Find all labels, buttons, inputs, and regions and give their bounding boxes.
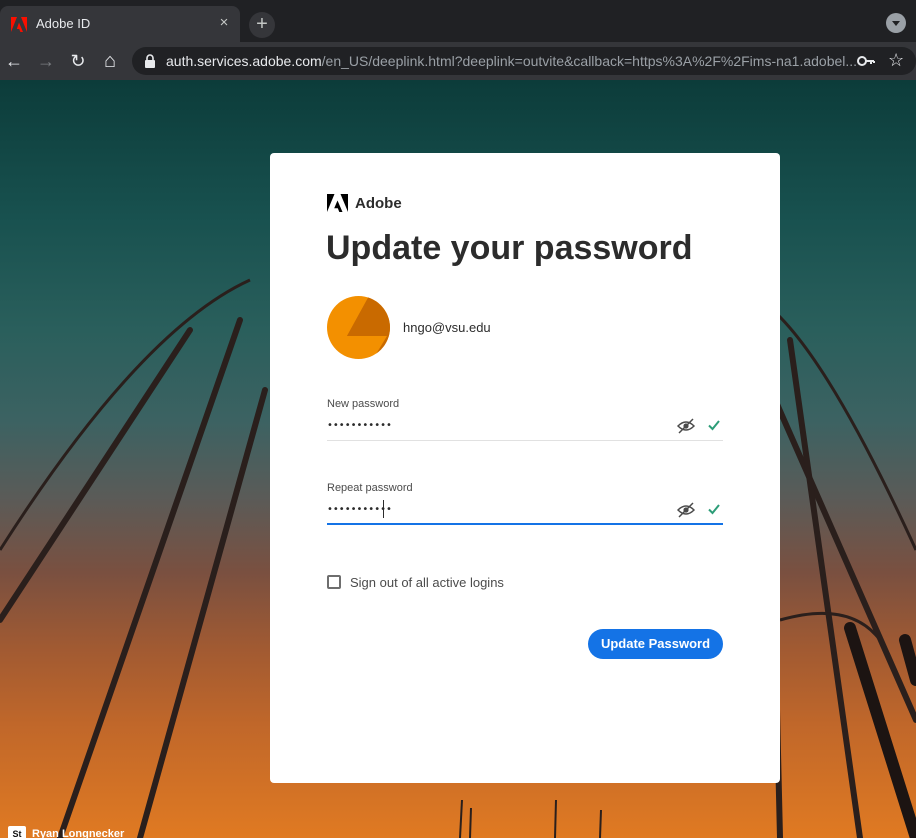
account-email: hngo@vsu.edu — [403, 320, 491, 335]
back-arrow-icon[interactable]: ← — [2, 49, 26, 73]
bookmark-star-icon[interactable]: ☆ — [888, 49, 904, 71]
tab-search-icon[interactable] — [886, 13, 906, 33]
new-tab-button[interactable]: + — [249, 12, 275, 38]
repeat-password-label: Repeat password — [327, 482, 413, 494]
tab-title: Adobe ID — [36, 16, 91, 31]
forward-arrow-icon[interactable]: → — [34, 49, 58, 73]
page-title: Update your password — [326, 229, 693, 267]
tab-close-icon[interactable]: × — [216, 15, 232, 31]
url-text[interactable]: auth.services.adobe.com/en_US/deeplink.h… — [166, 53, 857, 69]
browser-toolbar: ← → ↻ ⌂ auth.services.adobe.com/en_US/de… — [0, 42, 916, 80]
adobe-brand: Adobe — [327, 194, 402, 212]
avatar[interactable] — [327, 296, 390, 359]
stock-badge-icon: St — [8, 826, 26, 838]
hide-password-eye-icon[interactable] — [677, 418, 695, 434]
repeat-password-field: Repeat password — [327, 482, 723, 528]
photo-credit-name[interactable]: Ryan Longnecker — [32, 828, 124, 838]
adobe-favicon-icon — [11, 17, 27, 32]
valid-check-icon — [708, 420, 720, 431]
repeat-password-input[interactable] — [327, 498, 667, 520]
url-path: /en_US/deeplink.html?deeplink=outvite&ca… — [321, 53, 858, 69]
home-icon[interactable]: ⌂ — [98, 49, 122, 73]
update-password-button[interactable]: Update Password — [588, 629, 723, 659]
browser-tabstrip: Adobe ID × + — [0, 0, 916, 42]
new-password-field: New password — [327, 398, 723, 444]
repeat-password-underline — [327, 523, 723, 525]
brand-name: Adobe — [355, 194, 402, 212]
photo-credit[interactable]: St Ryan Longnecker — [8, 826, 124, 838]
new-password-input[interactable] — [327, 414, 667, 436]
page-background: St Ryan Longnecker Adobe Update your pas… — [0, 80, 916, 838]
url-host: auth.services.adobe.com — [166, 53, 322, 69]
new-password-underline — [327, 440, 723, 441]
address-bar[interactable]: auth.services.adobe.com/en_US/deeplink.h… — [132, 47, 916, 75]
new-password-label: New password — [327, 398, 400, 410]
tab-adobe-id[interactable]: Adobe ID × — [0, 6, 240, 42]
sign-out-option[interactable]: Sign out of all active logins — [327, 574, 504, 590]
valid-check-icon — [708, 504, 720, 515]
lock-icon[interactable] — [144, 53, 156, 69]
adobe-logo-icon — [327, 194, 348, 212]
update-password-card: Adobe Update your password hngo@vsu.edu … — [270, 153, 780, 783]
sign-out-checkbox[interactable] — [327, 575, 341, 589]
password-key-icon[interactable] — [856, 52, 876, 70]
sign-out-checkbox-label[interactable]: Sign out of all active logins — [350, 575, 504, 590]
hide-password-eye-icon[interactable] — [677, 502, 695, 518]
text-caret — [383, 500, 384, 518]
reload-icon[interactable]: ↻ — [66, 49, 90, 73]
